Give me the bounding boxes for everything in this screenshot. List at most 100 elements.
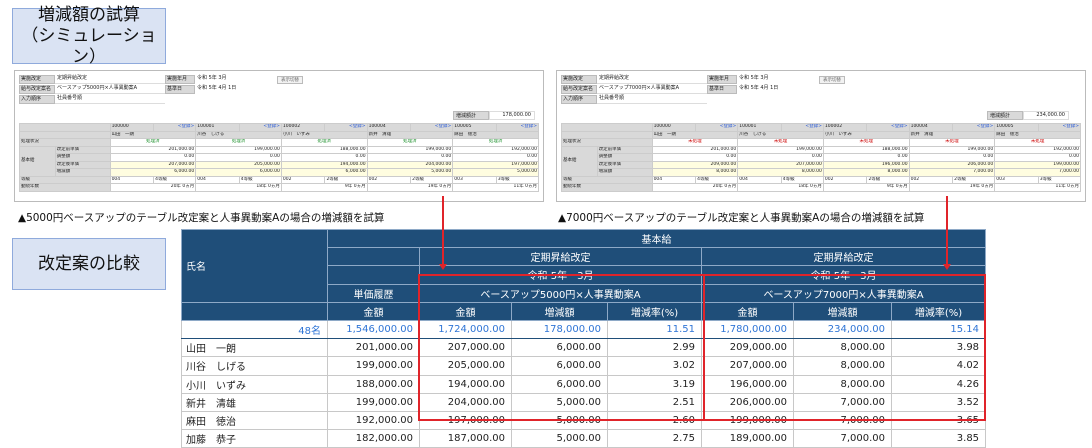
col-header-blank [181, 301, 328, 321]
grade-code: 003 [452, 175, 497, 184]
grade-name: 2等級 [952, 175, 996, 184]
value-cell: 204,000.00 [419, 392, 512, 412]
total-cell: 234,000.00 [793, 319, 892, 340]
row-label-base: 基本給 [19, 145, 56, 177]
simulation-label-line1: 増減額の試算 [38, 4, 140, 25]
arrow-down-icon [439, 264, 447, 270]
total-diff-value: 178,000.00 [489, 111, 535, 120]
employee-id: 100001 [737, 123, 782, 132]
tenure-cell: 9年 0ヵ月 [822, 183, 910, 192]
comparison-label-text: 改定案の比較 [38, 253, 140, 274]
value-cell: 0.00 [737, 153, 824, 162]
arrow-down-icon [943, 264, 951, 270]
grade-code: 002 [908, 175, 954, 184]
employee-id: 100004 [908, 123, 954, 132]
register-link[interactable]: <登録> [695, 123, 739, 132]
col-header-diff: 増減額 [511, 301, 608, 321]
register-link[interactable]: <登録> [1037, 123, 1082, 132]
grade-name: 3等級 [495, 175, 540, 184]
tenure-cell: 18年 0ヵ月 [737, 183, 824, 192]
value-cell: 207,000.00 [737, 160, 824, 169]
grade-code: 003 [994, 175, 1039, 184]
grade-name: 2等級 [866, 175, 910, 184]
total-diff-value: 234,000.00 [1023, 111, 1069, 120]
value-cell: 194,000.00 [280, 160, 368, 169]
register-link[interactable]: <登録> [866, 123, 910, 132]
register-link[interactable]: <登録> [153, 123, 197, 132]
employee-id: 100005 [452, 123, 497, 132]
info-key: 実施改定 [19, 75, 55, 84]
register-link[interactable]: <登録> [324, 123, 368, 132]
value-cell: 7,000.00 [994, 168, 1081, 177]
col-header-name: 氏名 [181, 229, 328, 303]
col-header-amount: 金額 [327, 301, 420, 321]
table-row: 川谷 しげる 199,000.00 205,000.00 6,000.00 3.02 20… [181, 356, 987, 376]
value-cell: 0.00 [366, 153, 454, 162]
grade-code: 004 [109, 175, 155, 184]
header-info: 実施改定 定期昇給改定 実施年月 令和 5年 3月 給与改定案名 ベースアップ7000円… [561, 75, 781, 105]
employee-name: 麻田 徳治 [994, 130, 1081, 139]
comparison-table: 氏名 基本給 定期昇給改定 定期昇給改定 令和 5年 3月 令和 5年 3月 単… [181, 228, 987, 448]
screenshot-plan-5000: 実施改定 定期昇給改定 実施年月 令和 5年 3月 給与改定案名 ベースアップ5000円… [14, 70, 544, 202]
table-row: 新井 清雄 199,000.00 204,000.00 5,000.00 2.51 206… [181, 392, 987, 412]
info-value: ベースアップ7000円×人事異動案A [597, 85, 707, 94]
value-cell: 196,000.00 [822, 160, 910, 169]
value-cell: 182,000.00 [327, 429, 420, 448]
sub-label: 増減額 [54, 168, 111, 177]
col-header-rate: 増減率(%) [607, 301, 702, 321]
value-cell: 197,000.00 [452, 160, 539, 169]
value-cell: 2.99 [607, 338, 702, 358]
value-cell: 0.00 [822, 153, 910, 162]
register-link[interactable]: <登録> [410, 123, 454, 132]
col-header-month-1: 令和 5年 3月 [419, 265, 702, 285]
sub-label: 調整額 [54, 153, 111, 162]
value-cell: 201,000.00 [109, 145, 197, 154]
tenure-cell: 11年 0ヵ月 [994, 183, 1081, 192]
total-cell: 1,546,000.00 [327, 319, 420, 340]
value-cell: 4.26 [890, 374, 987, 394]
employee-id: 100000 [651, 123, 697, 132]
col-header-amount: 金額 [701, 301, 794, 321]
col-header-blank [327, 265, 420, 285]
employee-name: 川谷 しげる [181, 356, 328, 376]
col-header-plan-7000: ベースアップ7000円×人事異動案A [700, 283, 987, 303]
row-label-grade: 等級 [19, 175, 111, 184]
value-cell: 5,000.00 [366, 168, 454, 177]
toggle-display-button[interactable]: 表示切替 [277, 76, 303, 84]
value-cell: 199,000.00 [366, 145, 454, 154]
total-cell: 11.51 [607, 319, 702, 340]
grade-name: 4等級 [238, 175, 282, 184]
employee-name: 麻田 徳治 [452, 130, 539, 139]
tenure-cell: 11年 0ヵ月 [452, 183, 539, 192]
toggle-display-button[interactable]: 表示切替 [819, 76, 845, 84]
employee-name: 加藤 恭子 [181, 429, 328, 448]
grade-code: 004 [195, 175, 240, 184]
register-link[interactable]: <登録> [238, 123, 282, 132]
connector-line-right [946, 196, 948, 264]
register-link[interactable]: <登録> [495, 123, 540, 132]
info-key: 実施改定 [561, 75, 597, 84]
grade-name: 2等級 [410, 175, 454, 184]
grade-name: 4等級 [695, 175, 739, 184]
value-cell: 207,000.00 [701, 356, 794, 376]
employee-count: 48名 [181, 319, 328, 340]
status-cell: 処理済 [366, 138, 454, 147]
info-key: 実施年月 [707, 75, 737, 84]
employee-name: 麻田 徳治 [181, 410, 328, 431]
value-cell: 3.02 [607, 356, 702, 376]
value-cell: 0.00 [280, 153, 368, 162]
value-cell: 3.98 [890, 338, 987, 358]
value-cell: 0.00 [651, 153, 739, 162]
grade-code: 002 [822, 175, 868, 184]
register-link[interactable]: <登録> [952, 123, 996, 132]
employee-grid: 100000 <登録> 100001 <登録> 100002 <登録> 100004 <登録>… [561, 123, 1082, 192]
value-cell: 6,000.00 [280, 168, 368, 177]
value-cell: 2.51 [607, 392, 702, 412]
sub-label: 改定前単価 [596, 145, 653, 154]
grade-name: 4等級 [780, 175, 824, 184]
register-link[interactable]: <登録> [780, 123, 824, 132]
col-header-rate: 増減率(%) [890, 301, 987, 321]
total-cell: 1,780,000.00 [701, 319, 794, 340]
status-cell: 未処理 [994, 138, 1081, 147]
value-cell: 199,000.00 [701, 410, 794, 431]
